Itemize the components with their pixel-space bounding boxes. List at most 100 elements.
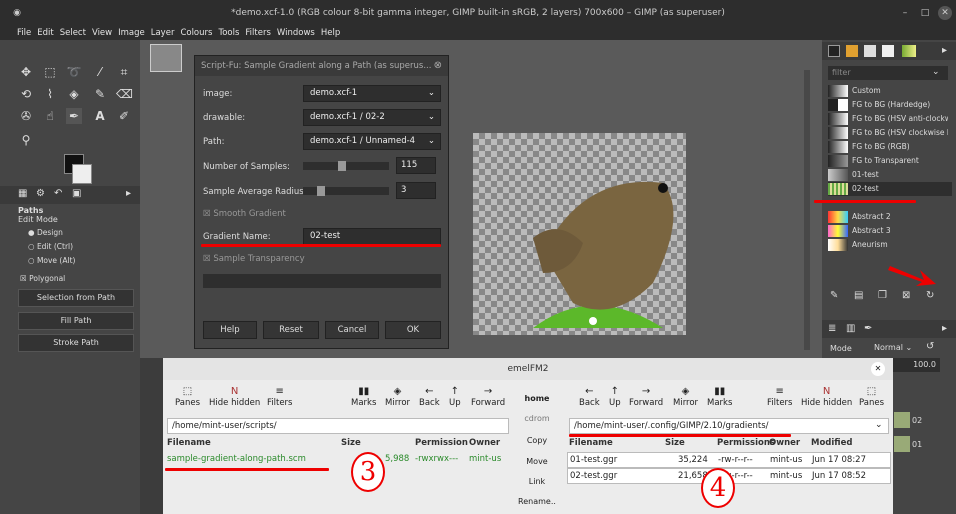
gradient-item-selected[interactable]: 02-test xyxy=(828,182,952,196)
ok-button[interactable]: OK xyxy=(385,321,441,339)
layer-thumbnail[interactable] xyxy=(894,412,910,428)
bucket-icon[interactable]: ◈ xyxy=(66,86,82,102)
selection-from-path-button[interactable]: Selection from Path xyxy=(18,289,134,307)
configure-tab-icon[interactable]: ▸ xyxy=(126,188,131,199)
samples-spinbox[interactable]: 115 xyxy=(396,157,436,174)
chevron-down-icon[interactable]: ⌄ xyxy=(875,420,883,430)
rect-select-icon[interactable]: ⬚ xyxy=(42,64,58,80)
left-path-input[interactable]: /home/mint-user/scripts/ xyxy=(167,418,509,434)
menu-select[interactable]: Select xyxy=(57,26,89,40)
left-header-filename[interactable]: Filename xyxy=(167,438,211,450)
cancel-button[interactable]: Cancel xyxy=(325,321,379,339)
gradient-item[interactable]: Abstract 2 xyxy=(828,210,952,224)
minimize-icon[interactable]: – xyxy=(898,6,912,20)
gradient-item[interactable]: FG to Transparent xyxy=(828,154,952,168)
menu-colours[interactable]: Colours xyxy=(177,26,215,40)
menu-filters[interactable]: Filters xyxy=(242,26,273,40)
gradient-item[interactable]: FG to BG (RGB) xyxy=(828,140,952,154)
new-gradient-icon[interactable]: ▤ xyxy=(854,290,863,301)
image-canvas[interactable] xyxy=(473,133,686,335)
reset-mode-icon[interactable]: ↺ xyxy=(926,341,934,352)
gradients-tab-icon[interactable] xyxy=(902,45,916,57)
reset-button[interactable]: Reset xyxy=(263,321,319,339)
radius-slider[interactable] xyxy=(303,186,389,196)
right-header-owner[interactable]: Owner xyxy=(769,438,800,450)
move-button[interactable]: Move xyxy=(513,457,561,466)
paths-tool-icon[interactable]: ✒ xyxy=(66,108,82,124)
transform-icon[interactable]: ⟲ xyxy=(18,86,34,102)
mode-design-radio[interactable]: ● Design xyxy=(28,228,63,237)
duplicate-gradient-icon[interactable]: ❐ xyxy=(878,290,887,301)
undo-history-tab-icon[interactable]: ↶ xyxy=(54,188,62,199)
help-button[interactable]: Help xyxy=(203,321,257,339)
left-header-permission[interactable]: Permission xyxy=(415,438,468,450)
document-tab-icon[interactable] xyxy=(882,45,894,57)
radius-spinbox[interactable]: 3 xyxy=(396,182,436,199)
configure-tab-icon[interactable]: ▸ xyxy=(942,45,947,56)
zoom-icon[interactable]: ⚲ xyxy=(18,132,34,148)
forward-button[interactable]: → Forward xyxy=(471,386,505,408)
samples-slider[interactable] xyxy=(303,161,389,171)
back-button[interactable]: ← Back xyxy=(419,386,440,408)
up-button[interactable]: ↑ Up xyxy=(449,386,461,408)
gradient-item[interactable]: 01-test xyxy=(828,168,952,182)
marks-button[interactable]: ▮▮ Marks xyxy=(351,386,376,408)
back-button[interactable]: ← Back xyxy=(579,386,600,408)
background-color-swatch[interactable] xyxy=(72,164,92,184)
brushes-tab-icon[interactable] xyxy=(828,45,840,57)
menu-file[interactable]: File xyxy=(14,26,34,40)
tool-options-tab-icon[interactable]: ▦ xyxy=(18,188,27,199)
configure-tab-icon[interactable]: ▸ xyxy=(942,323,947,334)
image-select[interactable]: demo.xcf-1 ⌄ xyxy=(303,85,441,102)
gradient-name-input[interactable]: 02-test xyxy=(303,228,441,245)
vertical-scrollbar[interactable] xyxy=(804,70,810,350)
drawable-select[interactable]: demo.xcf-1 / 02-2 ⌄ xyxy=(303,109,441,126)
right-path-input[interactable]: /home/mint-user/.config/GIMP/2.10/gradie… xyxy=(569,418,889,434)
mode-edit-radio[interactable]: ○ Edit (Ctrl) xyxy=(28,242,73,251)
gradient-item[interactable]: FG to BG (HSV clockwise h xyxy=(828,126,952,140)
right-header-modified[interactable]: Modified xyxy=(811,438,852,450)
layer-name[interactable]: 01 xyxy=(912,440,922,449)
radius-slider-handle[interactable] xyxy=(317,186,325,196)
paintbrush-icon[interactable]: ✎ xyxy=(92,86,108,102)
filters-button[interactable]: ≡ Filters xyxy=(767,386,792,408)
gradient-item[interactable]: FG to BG (HSV anti-clockw xyxy=(828,112,952,126)
lasso-icon[interactable]: ➰ xyxy=(66,64,82,80)
link-button[interactable]: Link xyxy=(513,477,561,486)
right-header-permissions[interactable]: Permissions xyxy=(717,438,775,450)
menu-help[interactable]: Help xyxy=(318,26,343,40)
up-button[interactable]: ↑ Up xyxy=(609,386,621,408)
fill-path-button[interactable]: Fill Path xyxy=(18,312,134,330)
mode-move-radio[interactable]: ○ Move (Alt) xyxy=(28,256,75,265)
menu-image[interactable]: Image xyxy=(115,26,148,40)
stroke-path-button[interactable]: Stroke Path xyxy=(18,334,134,352)
fonts-tab-icon[interactable] xyxy=(864,45,876,57)
left-header-size[interactable]: Size xyxy=(341,438,361,450)
mirror-button[interactable]: ◈ Mirror xyxy=(673,386,698,408)
images-tab-icon[interactable]: ▣ xyxy=(72,188,81,199)
emelfm-close-icon[interactable]: ✕ xyxy=(871,362,885,376)
hide-hidden-button[interactable]: N Hide hidden xyxy=(801,386,852,408)
samples-slider-handle[interactable] xyxy=(338,161,346,171)
channels-tab-icon[interactable]: ▥ xyxy=(846,323,855,334)
filters-button[interactable]: ≡ Filters xyxy=(267,386,292,408)
crop-icon[interactable]: ⌗ xyxy=(116,64,132,80)
layers-tab-icon[interactable]: ≣ xyxy=(828,323,836,334)
left-file-name[interactable]: sample-gradient-along-path.scm xyxy=(167,454,306,464)
gradient-item[interactable]: Abstract 3 xyxy=(828,224,952,238)
delete-gradient-icon[interactable]: ⊠ xyxy=(902,290,910,301)
panes-button[interactable]: ⬚ Panes xyxy=(175,386,200,408)
gradient-item[interactable]: Aneurism xyxy=(828,238,952,252)
device-status-tab-icon[interactable]: ⚙ xyxy=(36,188,45,199)
menu-tools[interactable]: Tools xyxy=(215,26,242,40)
smudge-icon[interactable]: ☝ xyxy=(42,108,58,124)
gradient-item[interactable]: FG to BG (Hardedge) xyxy=(828,98,952,112)
layer-name[interactable]: 02 xyxy=(912,416,922,425)
eraser-icon[interactable]: ⌫ xyxy=(116,86,133,102)
home-button[interactable]: home xyxy=(513,394,561,403)
smooth-gradient-checkbox[interactable]: ☒ Smooth Gradient xyxy=(203,209,286,219)
patterns-tab-icon[interactable] xyxy=(846,45,858,57)
menu-windows[interactable]: Windows xyxy=(274,26,318,40)
layer-thumbnail[interactable] xyxy=(894,436,910,452)
path-select[interactable]: demo.xcf-1 / Unnamed-4 ⌄ xyxy=(303,133,441,150)
